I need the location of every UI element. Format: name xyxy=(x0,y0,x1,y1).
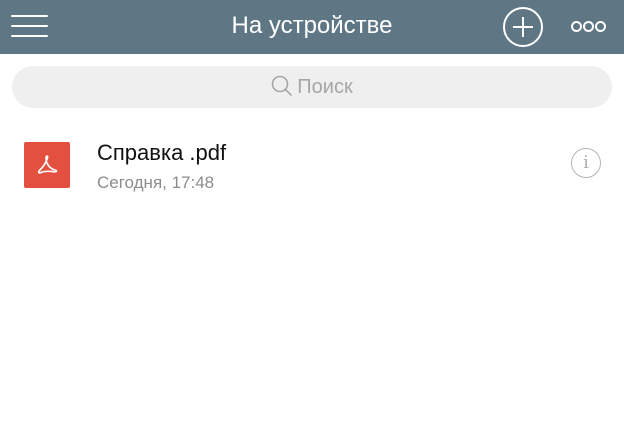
file-list-item[interactable]: Справка .pdf Сегодня, 17:48 xyxy=(0,130,624,200)
pdf-file-icon xyxy=(24,142,70,188)
search-bar-container: Поиск xyxy=(0,54,624,120)
hamburger-icon xyxy=(11,15,48,17)
add-button[interactable] xyxy=(503,7,543,47)
menu-button[interactable] xyxy=(11,13,48,39)
more-button[interactable] xyxy=(569,18,607,34)
info-icon: i xyxy=(583,152,589,173)
file-name: Справка .pdf xyxy=(97,140,227,165)
top-bar: На устройстве xyxy=(0,0,624,54)
search-placeholder: Поиск xyxy=(297,75,353,98)
file-date: Сегодня, 17:48 xyxy=(97,173,215,192)
search-input[interactable]: Поиск xyxy=(12,66,612,108)
search-icon xyxy=(271,75,293,96)
info-button[interactable]: i xyxy=(571,148,601,178)
more-dots-icon xyxy=(571,21,582,32)
